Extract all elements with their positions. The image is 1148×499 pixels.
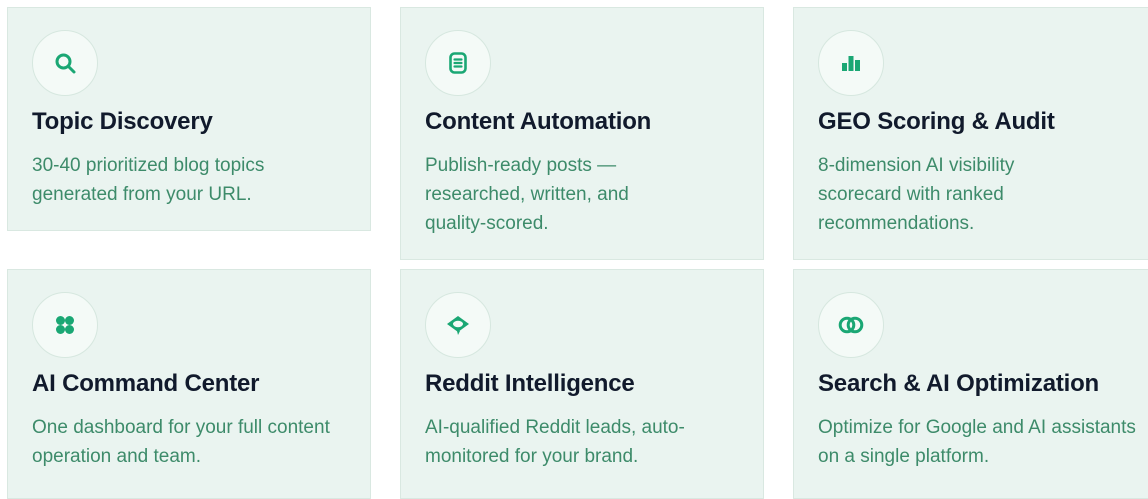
feature-title: Search & AI Optimization <box>818 370 1100 397</box>
feature-title: Topic Discovery <box>32 108 213 135</box>
feature-title: GEO Scoring & Audit <box>818 108 1055 135</box>
eye-icon <box>447 316 469 335</box>
feature-description: One dashboard for your full content oper… <box>32 417 330 467</box>
feature-description: Optimize for Google and AI assistants on… <box>818 417 1136 467</box>
feature-icon-circle <box>32 292 98 358</box>
linked-rings-icon <box>838 316 864 334</box>
feature-card-topic-discovery: Topic Discovery 30-40 prioritized blog t… <box>7 7 371 231</box>
feature-icon-circle <box>818 30 884 96</box>
feature-title: AI Command Center <box>32 370 260 397</box>
feature-card-content-automation: Content Automation Publish-ready posts —… <box>400 7 764 260</box>
feature-description: 8-dimension AI visibility scorecard with… <box>818 155 1015 234</box>
feature-icon-circle <box>425 30 491 96</box>
feature-icon-circle <box>425 292 491 358</box>
feature-icon-circle <box>818 292 884 358</box>
feature-description: 30-40 prioritized blog topics generated … <box>32 155 265 205</box>
feature-card-geo-scoring: GEO Scoring & Audit 8-dimension AI visib… <box>793 7 1148 260</box>
document-icon <box>449 52 467 74</box>
feature-title: Content Automation <box>425 108 652 135</box>
search-icon <box>55 53 76 74</box>
feature-card-ai-command-center: AI Command Center One dashboard for your… <box>7 269 371 499</box>
feature-title: Reddit Intelligence <box>425 370 635 397</box>
feature-card-search-ai-optimization: Search & AI Optimization Optimize for Go… <box>793 269 1148 499</box>
four-dots-icon <box>56 316 74 334</box>
feature-card-reddit-intelligence: Reddit Intelligence AI-qualified Reddit … <box>400 269 764 499</box>
feature-description: AI-qualified Reddit leads, auto-monitore… <box>425 417 685 467</box>
feature-icon-circle <box>32 30 98 96</box>
feature-description: Publish-ready posts — researched, writte… <box>425 155 629 234</box>
bar-chart-icon <box>842 56 860 71</box>
